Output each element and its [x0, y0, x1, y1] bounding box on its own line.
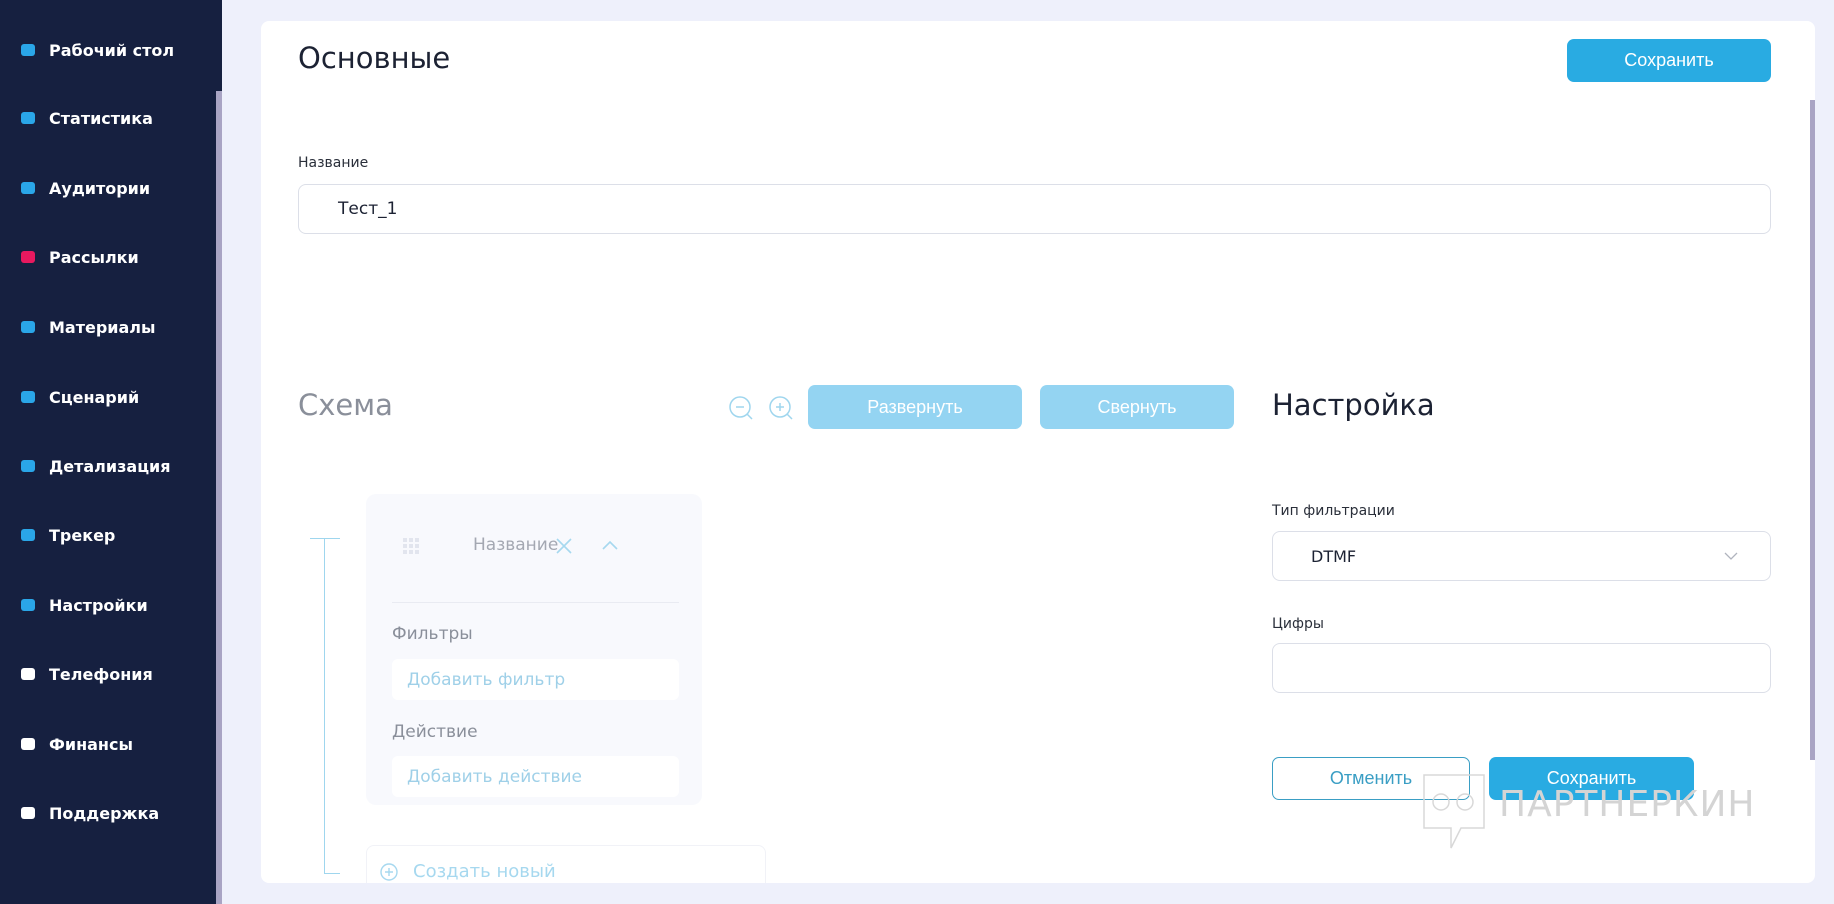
sidebar-item-5[interactable]: Сценарий — [0, 377, 216, 417]
filter-type-value: DTMF — [1311, 546, 1357, 566]
support-icon — [20, 805, 36, 821]
tree-line — [324, 538, 325, 873]
sidebar-item-label: Аудитории — [49, 178, 151, 198]
digits-input[interactable] — [1272, 643, 1771, 693]
filter-type-label: Тип фильтрации — [1272, 503, 1395, 519]
mail-icon — [20, 249, 36, 265]
filter-type-select[interactable]: DTMF — [1272, 531, 1771, 581]
action-label: Действие — [392, 722, 478, 742]
tree-tick — [324, 873, 340, 874]
settings-save-button[interactable]: Сохранить — [1489, 757, 1694, 800]
chevron-down-icon — [1724, 552, 1738, 560]
sidebar-item-8[interactable]: Настройки — [0, 585, 216, 625]
scenario-icon — [20, 389, 36, 405]
sidebar-item-label: Детализация — [49, 456, 171, 476]
main-card: Основные Сохранить Название Тест_1 Схема… — [261, 21, 1815, 883]
sidebar-item-label: Финансы — [49, 734, 133, 754]
sidebar-item-label: Рабочий стол — [49, 40, 175, 60]
sidebar-item-0[interactable]: Рабочий стол — [0, 30, 216, 70]
page-title: Основные — [298, 41, 451, 75]
sidebar-item-label: Материалы — [49, 317, 156, 337]
sidebar-item-10[interactable]: Финансы — [0, 724, 216, 764]
sidebar-item-4[interactable]: Материалы — [0, 307, 216, 347]
sidebar-item-label: Телефония — [49, 664, 153, 684]
card-icon — [20, 736, 36, 752]
divider — [392, 602, 679, 603]
create-new-button[interactable]: Создать новый — [366, 845, 766, 883]
node-title: Название — [473, 535, 559, 555]
gear-icon — [20, 597, 36, 613]
name-input[interactable]: Тест_1 — [298, 184, 1771, 234]
sidebar-item-9[interactable]: Телефония — [0, 654, 216, 694]
cancel-button[interactable]: Отменить — [1272, 757, 1470, 800]
phone-icon — [20, 666, 36, 682]
name-value: Тест_1 — [338, 199, 398, 219]
tree-tick — [310, 538, 340, 539]
sidebar-item-2[interactable]: Аудитории — [0, 168, 216, 208]
sidebar-item-label: Настройки — [49, 595, 148, 615]
drag-handle-icon[interactable] — [403, 538, 419, 554]
sidebar-item-label: Рассылки — [49, 247, 139, 267]
close-icon[interactable] — [555, 537, 573, 555]
scheme-node: Название Фильтры Добавить фильтр Действи… — [366, 494, 702, 805]
sidebar: Рабочий стол Статистика Аудитории Рассылки М… — [0, 0, 222, 904]
sidebar-item-label: Поддержка — [49, 803, 160, 823]
name-label: Название — [298, 155, 369, 171]
sidebar-item-7[interactable]: Трекер — [0, 515, 216, 555]
zoom-out-icon[interactable] — [728, 395, 756, 423]
sidebar-item-11[interactable]: Поддержка — [0, 793, 216, 833]
add-filter-button[interactable]: Добавить фильтр — [392, 659, 679, 700]
filters-label: Фильтры — [392, 624, 473, 644]
sidebar-scrollbar[interactable] — [216, 91, 222, 904]
sidebar-item-6[interactable]: Детализация — [0, 446, 216, 486]
sidebar-item-label: Трекер — [49, 525, 116, 545]
collapse-button[interactable]: Свернуть — [1040, 385, 1234, 429]
expand-button[interactable]: Развернуть — [808, 385, 1022, 429]
sidebar-item-1[interactable]: Статистика — [0, 98, 216, 138]
details-icon — [20, 458, 36, 474]
chart-icon — [20, 110, 36, 126]
plus-circle-icon — [380, 863, 398, 881]
save-button[interactable]: Сохранить — [1567, 39, 1771, 82]
users-icon — [20, 180, 36, 196]
sidebar-item-3[interactable]: Рассылки — [0, 237, 216, 277]
create-new-label: Создать новый — [413, 861, 556, 882]
dashboard-icon — [20, 42, 36, 58]
main-scrollbar[interactable] — [1810, 100, 1815, 760]
chevron-up-icon[interactable] — [601, 538, 619, 552]
tracker-icon — [20, 527, 36, 543]
settings-title: Настройка — [1272, 388, 1435, 422]
sidebar-item-label: Сценарий — [49, 387, 140, 407]
scheme-title: Схема — [298, 388, 393, 422]
sidebar-item-label: Статистика — [49, 108, 153, 128]
digits-label: Цифры — [1272, 616, 1324, 632]
files-icon — [20, 319, 36, 335]
zoom-in-icon[interactable] — [768, 395, 796, 423]
add-action-button[interactable]: Добавить действие — [392, 756, 679, 797]
